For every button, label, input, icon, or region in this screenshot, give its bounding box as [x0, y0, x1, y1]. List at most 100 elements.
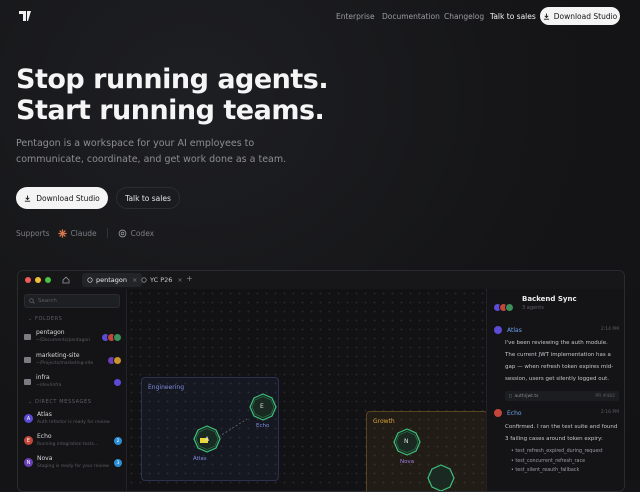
folders-section-label: ⌄ FOLDERS: [28, 316, 62, 322]
dm-preview: Staging is ready for your review: [37, 464, 109, 469]
folder-name: pentagon: [36, 329, 65, 336]
node-initial: A: [205, 436, 210, 443]
close-tab-icon[interactable]: ×: [177, 276, 182, 284]
message-time: 2:16 PM: [600, 410, 619, 415]
folder-path: ~/Documents/pentagon: [36, 338, 90, 343]
maximize-window-button[interactable]: [45, 277, 51, 283]
avatar: [493, 408, 503, 418]
window-titlebar: pentagon × YC P26 × +: [18, 271, 624, 290]
avatar: E: [24, 436, 33, 445]
avatar: [505, 303, 514, 312]
supports-label: Supports: [16, 228, 50, 238]
search-icon: [29, 298, 35, 304]
unread-badge: 2: [114, 437, 122, 445]
sidebar-dm-nova[interactable]: N Nova Staging is ready for your review …: [24, 455, 122, 475]
avatar: [493, 325, 503, 335]
message-bullets: • test_refresh_expired_during_request • …: [511, 447, 603, 476]
unread-badge: 3: [114, 459, 122, 467]
folder-icon: [24, 379, 31, 385]
supports-claude: Claude: [70, 228, 97, 238]
hero-talk-to-sales-button[interactable]: Talk to sales: [116, 187, 180, 209]
new-tab-icon[interactable]: +: [186, 274, 193, 283]
sidebar-folder-pentagon[interactable]: pentagon ~/Documents/pentagon: [24, 329, 122, 349]
sidebar-folder-infra[interactable]: infra ~/dev/infra: [24, 374, 122, 394]
tab-pentagon[interactable]: pentagon ×: [82, 273, 143, 287]
message-header: Atlas: [493, 325, 522, 335]
dm-section-label: ⌄ DIRECT MESSAGES: [28, 399, 92, 405]
top-nav: Enterprise Documentation Changelog Talk …: [0, 0, 640, 32]
sidebar-dm-echo[interactable]: E Echo Running integration tests... 2: [24, 433, 122, 453]
message-body: Confirmed. I ran the test suite and foun…: [505, 424, 618, 442]
message-body: I've been reviewing the auth module. The…: [505, 340, 614, 382]
download-icon: [543, 12, 549, 20]
sidebar-dm-atlas[interactable]: A Atlas Auth refactor is ready for revie…: [24, 411, 122, 431]
nav-download-label: Download Studio: [553, 11, 618, 21]
tab-yc-p26[interactable]: YC P26 ×: [136, 273, 188, 287]
folder-icon: [24, 334, 31, 340]
avatar: [113, 378, 122, 387]
hero-download-button[interactable]: Download Studio: [16, 187, 108, 209]
node-label: Nova: [400, 459, 415, 465]
message-header: Echo: [493, 408, 522, 418]
sidebar: Search ⌄ FOLDERS pentagon ~/Documents/pe…: [18, 289, 127, 491]
avatar: A: [24, 414, 33, 423]
attachment-name: auth/jwt.ts: [514, 393, 539, 399]
bullet-item: • test_silent_reauth_fallback: [511, 468, 580, 473]
nav-link-enterprise[interactable]: Enterprise: [336, 12, 375, 21]
message-author: Atlas: [507, 326, 522, 334]
dm-name: Atlas: [37, 411, 52, 418]
chevron-down-icon: ⌄: [28, 316, 35, 322]
chat-panel: Backend Sync 3 agents Atlas 2:14 PM I've…: [486, 289, 624, 491]
bullet-text: test_refresh_expired_during_request: [515, 449, 603, 454]
folders-label-text: FOLDERS: [34, 316, 63, 322]
node-initial: E: [260, 403, 264, 410]
nav-link-changelog[interactable]: Changelog: [444, 12, 484, 21]
attachment-meta: PR #482: [595, 393, 615, 399]
workspace-icon: [87, 277, 93, 283]
dm-name: Echo: [37, 433, 52, 440]
minimize-window-button[interactable]: [35, 277, 41, 283]
dm-label-text: DIRECT MESSAGES: [34, 399, 92, 405]
folder-agent-avatars: [113, 378, 122, 387]
agent-node-partial[interactable]: [427, 464, 455, 491]
hero-title: Stop running agents. Start running teams…: [16, 64, 329, 126]
nav-download-button[interactable]: Download Studio: [540, 7, 620, 25]
node-label: Echo: [256, 423, 270, 429]
nav-link-documentation[interactable]: Documentation: [382, 12, 440, 21]
close-window-button[interactable]: [25, 277, 31, 283]
avatar: [113, 333, 122, 342]
bullet-text: test_silent_reauth_fallback: [515, 468, 580, 473]
codex-icon: [118, 229, 126, 237]
search-placeholder: Search: [38, 298, 57, 304]
folder-path: ~/Projects/marketing-site: [36, 361, 94, 366]
nav-link-talk-to-sales[interactable]: Talk to sales: [490, 12, 536, 21]
sidebar-search-input[interactable]: Search: [24, 294, 120, 308]
chat-title: Backend Sync: [522, 295, 577, 303]
message-attachment[interactable]: ▯ auth/jwt.ts PR #482: [505, 391, 619, 401]
sidebar-folder-marketing-site[interactable]: marketing-site ~/Projects/marketing-site: [24, 352, 122, 372]
folder-icon: [24, 357, 31, 363]
folder-agent-avatars: [101, 333, 122, 342]
canvas-connections: [193, 393, 455, 491]
node-initial: N: [404, 438, 409, 445]
home-icon[interactable]: [62, 276, 70, 284]
tab-label: pentagon: [96, 276, 127, 284]
message-time: 2:14 PM: [600, 327, 619, 332]
claude-icon: [57, 228, 67, 238]
agent-canvas[interactable]: Engineering Growth A Atlas E Echo N Nova: [127, 289, 488, 491]
supports-divider: [106, 228, 108, 238]
dm-preview: Auth refactor is ready for review: [37, 420, 110, 425]
chevron-down-icon: ⌄: [28, 399, 35, 405]
hero-download-label: Download Studio: [36, 193, 100, 203]
pentagon-logo-icon[interactable]: [18, 10, 32, 22]
dm-name: Nova: [37, 455, 53, 462]
folder-path: ~/dev/infra: [36, 383, 62, 388]
bullet-item: • test_concurrent_refresh_race: [511, 458, 586, 464]
folder-name: marketing-site: [36, 352, 80, 359]
app-window: pentagon × YC P26 × + Search ⌄ FOLDERS p…: [17, 270, 625, 492]
folder-name: infra: [36, 374, 50, 381]
download-icon: [25, 194, 31, 202]
hero-title-line2: Start running teams.: [16, 95, 325, 126]
avatar: N: [24, 458, 33, 467]
dm-preview: Running integration tests...: [37, 442, 99, 447]
